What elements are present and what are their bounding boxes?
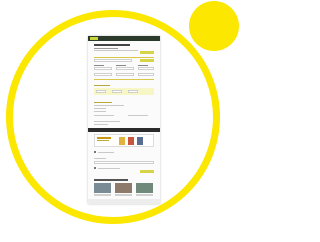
page-title: [94, 44, 130, 46]
hotel-photo[interactable]: [115, 183, 132, 193]
promo-box[interactable]: [94, 134, 154, 147]
promo-text: [97, 140, 109, 141]
search-button[interactable]: [140, 59, 154, 62]
text-line: [94, 124, 108, 125]
text-line: [128, 115, 148, 116]
hotel-photo[interactable]: [94, 183, 111, 193]
site-logo-icon: [90, 37, 98, 40]
option-field[interactable]: [128, 90, 138, 93]
option-field[interactable]: [96, 90, 106, 93]
promo-image: [137, 137, 143, 145]
text-line: [94, 108, 106, 109]
submit-button[interactable]: [140, 170, 154, 173]
section-heading: [94, 102, 112, 103]
guests-field[interactable]: [138, 67, 154, 70]
options-heading: [94, 85, 110, 86]
photo-caption: [136, 194, 153, 196]
text-line: [94, 111, 106, 112]
promo-image: [128, 137, 134, 145]
text-line: [94, 105, 124, 106]
checkbox-icon[interactable]: [94, 167, 96, 169]
text-line: [94, 115, 114, 116]
photo-caption: [115, 194, 132, 196]
form-label: [116, 65, 126, 66]
promo-image: [119, 137, 125, 145]
form-label: [94, 65, 104, 66]
form-bottom-rule: [94, 79, 154, 80]
comment-field[interactable]: [94, 161, 154, 164]
checkin-field[interactable]: [94, 67, 112, 70]
children-field[interactable]: [138, 73, 154, 76]
adults-field[interactable]: [116, 73, 134, 76]
text-line: [94, 121, 120, 122]
photos-heading: [94, 179, 128, 181]
decorative-yellow-dot: [189, 1, 239, 51]
checkbox-icon[interactable]: [94, 151, 96, 153]
promo-text: [97, 137, 111, 139]
top-action-button[interactable]: [140, 51, 154, 54]
site-header: [88, 36, 160, 41]
page-subtitle: [94, 48, 118, 49]
search-summary-line: [94, 50, 138, 51]
form-top-rule: [94, 57, 154, 58]
rooms-field[interactable]: [94, 73, 112, 76]
photo-caption: [94, 194, 111, 196]
hotel-photo[interactable]: [136, 183, 153, 193]
checkbox-label: [98, 152, 114, 153]
option-field[interactable]: [112, 90, 122, 93]
text-line: [94, 158, 106, 159]
page-footer: [88, 199, 160, 204]
checkout-field[interactable]: [116, 67, 134, 70]
destination-field[interactable]: [94, 59, 132, 62]
form-label: [138, 65, 148, 66]
dark-banner: [88, 128, 160, 132]
page-thumbnail: [88, 36, 160, 204]
checkbox-label: [98, 168, 120, 169]
